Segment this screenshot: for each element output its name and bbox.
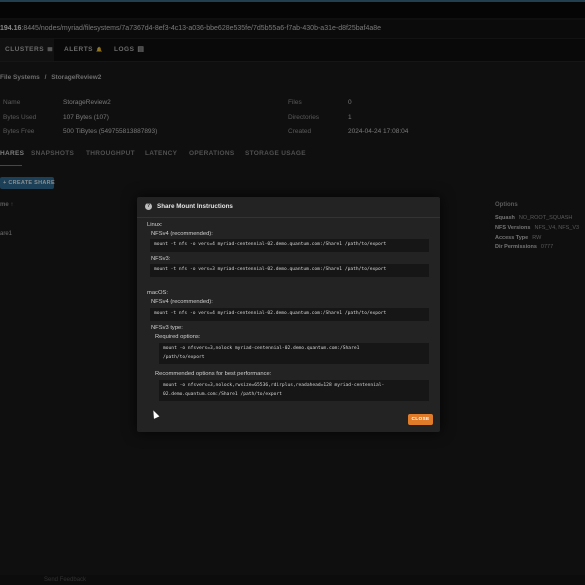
share-mount-instructions-dialog: ? Share Mount Instructions Linux: NFSv4 (… bbox=[137, 197, 440, 432]
linux-nfsv4-label: NFSv4 (recommended): bbox=[151, 231, 213, 237]
macos-nfsv4-label: NFSv4 (recommended): bbox=[151, 299, 213, 305]
macos-nfsv4-command[interactable]: mount -t nfs -o vers=4 myriad-centennial… bbox=[150, 308, 429, 321]
macos-nfsv3-label: NFSv3 type: bbox=[151, 325, 183, 331]
close-button[interactable]: CLOSE bbox=[408, 414, 433, 425]
dialog-title: ? Share Mount Instructions bbox=[145, 203, 233, 210]
help-icon: ? bbox=[145, 203, 152, 210]
linux-heading: Linux: bbox=[147, 222, 163, 228]
dialog-title-text: Share Mount Instructions bbox=[157, 203, 233, 211]
dialog-divider bbox=[137, 217, 440, 218]
recommended-options-command[interactable]: mount -o nfsvers=3,nolock,rwsize=65536,r… bbox=[159, 380, 429, 401]
linux-nfsv3-command[interactable]: mount -t nfs -o vers=3 myriad-centennial… bbox=[150, 264, 429, 277]
macos-heading: macOS: bbox=[147, 290, 168, 296]
required-options-command[interactable]: mount -o nfsvers=3,nolock myriad-centenn… bbox=[159, 343, 429, 364]
linux-nfsv3-label: NFSv3: bbox=[151, 256, 171, 262]
recommended-options-label: Recommended options for best performance… bbox=[155, 371, 272, 377]
linux-nfsv4-command[interactable]: mount -t nfs -o vers=4 myriad-centennial… bbox=[150, 239, 429, 252]
required-options-label: Required options: bbox=[155, 334, 201, 340]
